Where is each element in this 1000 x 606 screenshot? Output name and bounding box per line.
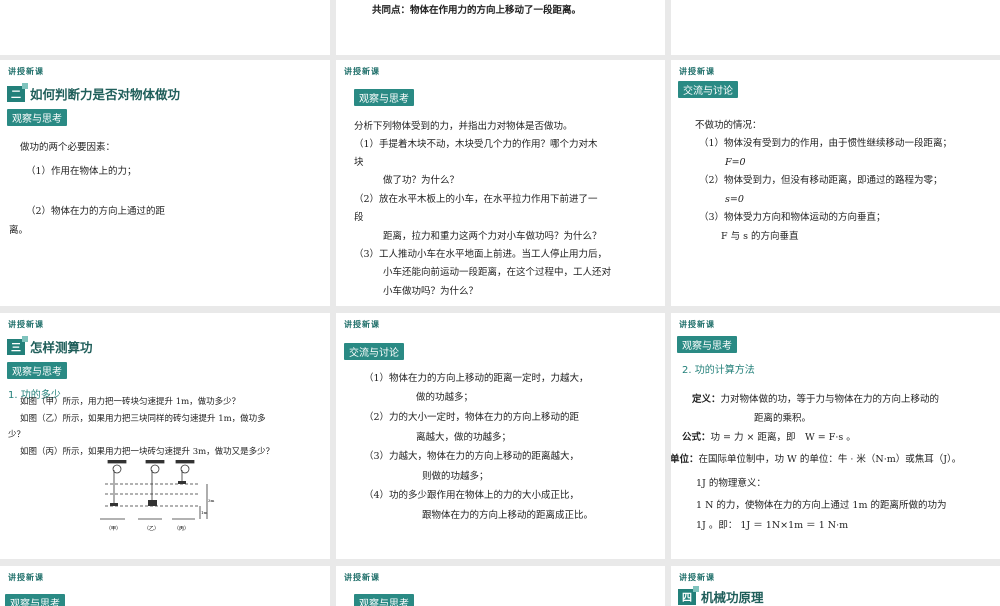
slide-measure-work[interactable]: 讲授新课 三怎样测算功 观察与思考 1. 功的多少 如图（甲）所示，用力把一砖块… [0, 313, 330, 559]
text-line: （3）物体受力方向和物体运动的方向垂直； [699, 212, 886, 223]
slide-mechanical-work-principle[interactable]: 讲授新课 四机械功原理 [671, 566, 1000, 606]
slide-discussion[interactable]: 讲授新课 交流与讨论 （1）物体在力的方向上移动的距离一定时，力越大， 做的功越… [336, 313, 665, 559]
text-line: 不做功的情况： [695, 120, 762, 131]
slide-thumbnail[interactable]: 讲授新课 观察与思考 [336, 566, 665, 606]
fig-label: （甲） [106, 526, 121, 532]
text-line: （2）力的大小一定时，物体在力的方向上移动的距 [364, 412, 580, 423]
kicker: 讲授新课 [679, 320, 715, 329]
text-line: 离越大，做的功越多； [416, 432, 512, 443]
text-line: s=0 [725, 194, 744, 205]
section-number-icon: 四 [678, 585, 699, 605]
text-line: 如图（丙）所示，如果用力把一块砖匀速提升 3m，做功又是多少？ [20, 447, 275, 457]
text-line: 如图（甲）所示，用力把一砖块匀速提升 1m，做功多少？ [20, 397, 241, 407]
text-line: 小车还能向前运动一段距离，在这个过程中，工人还对 [383, 267, 612, 278]
text-line: （3）力越大，物体在力的方向上移动的距离越大， [364, 451, 580, 462]
section-number-icon: 三 [7, 335, 28, 355]
section-number-icon: 二 [7, 82, 28, 102]
text-line: F=0 [725, 157, 746, 168]
text-line: 如图（乙）所示，如果用力把三块同样的砖匀速提升 1m，做功多 [20, 414, 266, 424]
section-title: 三怎样测算功 [7, 335, 93, 356]
slide-judge-work[interactable]: 讲授新课 二如何判断力是否对物体做功 观察与思考 做功的两个必要因素： （1）作… [0, 60, 330, 306]
tag: 观察与思考 [7, 109, 67, 126]
section-title: 四机械功原理 [678, 585, 764, 606]
text-line: 做功的两个必要因素： [20, 142, 116, 153]
text-line: 块 [354, 157, 364, 168]
tag: 观察与思考 [354, 89, 414, 106]
tag: 观察与思考 [354, 594, 414, 606]
slide-analyze-forces[interactable]: 讲授新课 观察与思考 分析下列物体受到的力，并指出力对物体是否做功。 （1）手提… [336, 60, 665, 306]
text-line: 1J 的物理意义： [696, 478, 766, 489]
text-line: 少？ [8, 430, 26, 440]
kicker: 讲授新课 [344, 67, 380, 76]
text-line: 跟物体在力的方向上移动的距离成正比。 [422, 510, 594, 521]
kicker: 讲授新课 [8, 320, 44, 329]
section-title: 二如何判断力是否对物体做功 [7, 82, 180, 103]
kicker: 讲授新课 [8, 573, 44, 582]
kicker: 讲授新课 [344, 573, 380, 582]
slide-thumbnail[interactable]: 讲授新课 观察与思考 [0, 566, 330, 606]
tag: 交流与讨论 [678, 81, 738, 98]
common-point-text: 共同点：物体在作用力的方向上移动了一段距离。 [372, 5, 582, 16]
kicker: 讲授新课 [8, 67, 44, 76]
tag: 观察与思考 [7, 362, 67, 379]
text-line: 分析下列物体受到的力，并指出力对物体是否做功。 [354, 121, 573, 132]
text-line: （1）物体在力的方向上移动的距离一定时，力越大， [364, 373, 589, 384]
text-line: 段 [354, 212, 364, 223]
text-line: （2）放在水平木板上的小车，在水平拉力作用下前进了一 [354, 194, 598, 205]
pulley-figure: （甲） （乙） （丙） 3m 1m [100, 460, 215, 532]
fig-label: （丙） [174, 526, 189, 532]
text-line: （1）物体没有受到力的作用，由于惯性继续移动一段距离； [699, 138, 953, 149]
kicker: 讲授新课 [679, 67, 715, 76]
text-line: 做了功？为什么？ [383, 175, 460, 186]
tag: 观察与思考 [677, 336, 737, 353]
text-line: 小车做功吗？为什么？ [383, 286, 479, 297]
fig-label: （乙） [144, 525, 159, 532]
text-line: F 与 s 的方向垂直 [721, 231, 799, 242]
text-line: 1 N 的力，使物体在力的方向上通过 1m 的距离所做的功为 [696, 500, 947, 511]
text-line: 做的功越多； [416, 392, 474, 403]
slide-thumbnail[interactable] [671, 0, 1000, 55]
tag: 观察与思考 [5, 594, 65, 606]
text-line: 1J 。即： 1J ＝ 1N×1m ＝ 1 N·m [696, 520, 849, 531]
text-line: 距离的乘积。 [754, 413, 812, 424]
text-line: （4）功的多少跟作用在物体上的力的大小成正比， [364, 490, 580, 501]
slide-no-work-cases[interactable]: 讲授新课 交流与讨论 不做功的情况： （1）物体没有受到力的作用，由于惯性继续移… [671, 60, 1000, 306]
kicker: 讲授新课 [679, 573, 715, 582]
text-line: 则做的功越多； [422, 471, 489, 482]
fig-label: 1m [201, 510, 208, 515]
text-line: （1）作用在物体上的力； [26, 166, 137, 177]
subheading: 2. 功的计算方法 [682, 365, 755, 376]
fig-label: 3m [208, 498, 215, 503]
text-line: （1）手提着木块不动，木块受几个力的作用？哪个力对木 [354, 139, 598, 150]
label: 单位： [671, 454, 699, 465]
tag: 交流与讨论 [344, 343, 404, 360]
kicker: 讲授新课 [344, 320, 380, 329]
text-line: 离。 [9, 225, 29, 236]
text-line: （3）工人推动小车在水平地面上前进。当工人停止用力后， [354, 249, 608, 260]
label: 定义： [692, 394, 721, 405]
slide-calc-method[interactable]: 讲授新课 观察与思考 2. 功的计算方法 定义：力对物体做的功，等于力与物体在力… [671, 313, 1000, 559]
slide-thumbnail[interactable]: 共同点：物体在作用力的方向上移动了一段距离。 [336, 0, 665, 55]
text-line: （2）物体在力的方向上通过的距 [26, 206, 166, 217]
slide-thumbnail[interactable] [0, 0, 330, 55]
label: 公式： [682, 432, 711, 443]
text-line: 距离，拉力和重力这两个力对小车做功吗？为什么？ [383, 231, 602, 242]
text-line: （2）物体受到力，但没有移动距离，即通过的路程为零； [699, 175, 943, 186]
